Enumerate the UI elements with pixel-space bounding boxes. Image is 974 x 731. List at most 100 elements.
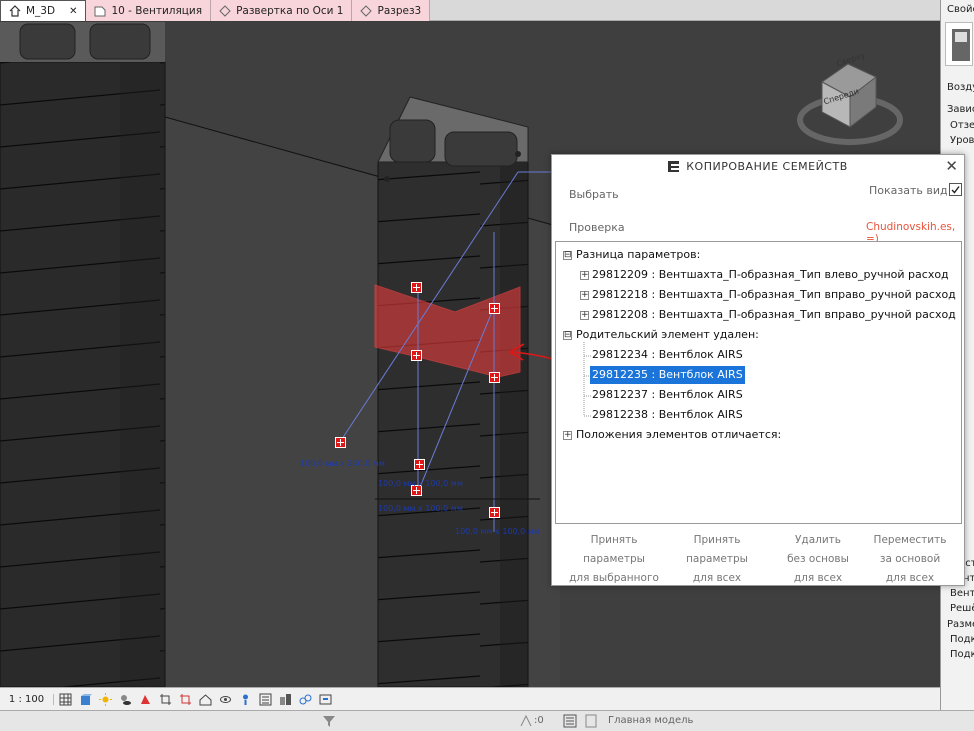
button-label: Принять [590, 534, 638, 546]
tree-item[interactable]: 29812209 : Вентшахта_П-образная_Тип влев… [592, 266, 949, 284]
collapse-icon[interactable]: ⊟ [563, 331, 572, 340]
sun-path-icon[interactable] [99, 692, 112, 706]
grip-handle[interactable] [489, 372, 500, 383]
dimension-label: 100,0 мм x 240,0 мм [300, 459, 385, 468]
render-icon[interactable] [139, 693, 152, 706]
check-icon [951, 186, 960, 194]
tab-m3d[interactable]: M_3D ✕ [0, 0, 87, 21]
tree-group-param-diff[interactable]: Разница параметров: [576, 246, 700, 264]
grip-handle[interactable] [489, 303, 500, 314]
differences-tree[interactable]: ⊟ Разница параметров: + 29812209 : Вентш… [555, 241, 962, 524]
plugin-logo-icon [668, 160, 680, 172]
accept-params-all-button[interactable]: Принять параметры для всех [665, 531, 769, 588]
shaft-thumbnail-icon [952, 29, 970, 61]
view-control-bar: 1 : 100 [0, 687, 940, 710]
analytical-model-icon[interactable] [299, 693, 312, 706]
button-label: за основой [879, 553, 941, 565]
grip-handle[interactable] [411, 350, 422, 361]
tab-label: Разрез3 [377, 4, 422, 17]
expand-icon[interactable]: + [580, 271, 589, 280]
copy-families-dialog: КОПИРОВАНИЕ СЕМЕЙСТВ ✕ Выбрать Показать … [551, 154, 965, 586]
temporary-hide-icon[interactable] [219, 693, 232, 706]
button-label: для всех [692, 572, 742, 584]
elevation-icon [219, 4, 231, 17]
show-view-label: Показать вид [869, 184, 948, 197]
tree-item[interactable]: 29812234 : Вентблок AIRS [592, 346, 743, 364]
check-link[interactable]: Проверка [569, 221, 625, 234]
grip-handle[interactable] [411, 282, 422, 293]
grip-handle[interactable] [489, 507, 500, 518]
scale-selector[interactable]: 1 : 100 [0, 693, 54, 705]
type-preview-thumbnail [945, 22, 973, 66]
tab-section[interactable]: Разрез3 [352, 0, 431, 21]
dimension-label: 100,0 мм x 100,0 мм [378, 479, 463, 488]
expand-icon[interactable]: + [580, 311, 589, 320]
tab-elevation[interactable]: Развертка по Оси 1 [211, 0, 353, 21]
move-with-host-all-button[interactable]: Переместить за основой для всех [858, 531, 962, 588]
property-row[interactable]: Отзер [950, 120, 974, 131]
expand-icon[interactable]: + [563, 431, 572, 440]
button-label: Переместить [873, 534, 947, 546]
tree-item[interactable]: 29812208 : Вентшахта_П-образная_Тип впра… [592, 306, 956, 324]
tree-group-parent-deleted[interactable]: Родительский элемент удален: [576, 326, 759, 344]
reveal-hidden-icon[interactable] [239, 693, 252, 706]
property-row[interactable]: Возду [947, 82, 974, 93]
property-row[interactable]: Подкл [950, 649, 974, 660]
collapse-icon[interactable]: ⊟ [563, 251, 572, 260]
tab-label: M_3D [26, 5, 56, 17]
tree-item[interactable]: 29812218 : Вентшахта_П-образная_Тип впра… [592, 286, 956, 304]
button-label: Удалить [795, 534, 841, 546]
delete-unhosted-all-button[interactable]: Удалить без основы для всех [766, 531, 870, 588]
home-icon [9, 5, 21, 17]
grip-handle[interactable] [335, 437, 346, 448]
active-model-label[interactable]: Главная модель [608, 715, 693, 726]
button-label: параметры [686, 553, 748, 565]
tab-label: Развертка по Оси 1 [236, 4, 344, 17]
button-label: Принять [693, 534, 741, 546]
select-link[interactable]: Выбрать [569, 188, 619, 201]
selection-count-icon [520, 714, 532, 727]
property-row[interactable]: Подкл [950, 634, 974, 645]
properties-title: Свойст [947, 4, 974, 15]
worksharing-display-icon[interactable] [279, 693, 292, 706]
button-label: для выбранного [569, 572, 659, 584]
shadows-icon[interactable] [119, 693, 132, 706]
filter-icon[interactable] [322, 714, 336, 728]
visual-style-icon[interactable] [79, 693, 92, 706]
tab-label: 10 - Вентиляция [111, 4, 203, 17]
plan-view-icon [94, 6, 106, 16]
property-row[interactable]: Венти [950, 588, 974, 599]
tree-item-selected[interactable]: 29812235 : Вентблок AIRS [590, 366, 745, 384]
button-label: параметры [583, 553, 645, 565]
show-view-checkbox[interactable] [949, 183, 962, 196]
crop-region-icon[interactable] [179, 693, 192, 706]
editable-only-icon[interactable] [563, 714, 577, 728]
design-option-icon[interactable] [585, 714, 597, 728]
tab-ventilation[interactable]: 10 - Вентиляция [86, 0, 212, 21]
dialog-title: КОПИРОВАНИЕ СЕМЕЙСТВ [686, 159, 848, 173]
expand-icon[interactable]: + [580, 291, 589, 300]
tree-item[interactable]: 29812237 : Вентблок AIRS [592, 386, 743, 404]
tree-item[interactable]: 29812238 : Вентблок AIRS [592, 406, 743, 424]
button-label: для всех [885, 572, 935, 584]
highlight-displacement-icon[interactable] [319, 693, 332, 706]
status-bar: :0 Главная модель [0, 710, 974, 731]
temporary-properties-icon[interactable] [259, 693, 272, 706]
dimension-label: 100,0 мм x 100,0 мм [378, 504, 463, 513]
grip-handle[interactable] [414, 459, 425, 470]
property-group[interactable]: Зависи [947, 104, 974, 115]
dialog-titlebar[interactable]: КОПИРОВАНИЕ СЕМЕЙСТВ [552, 155, 964, 177]
selection-count: :0 [534, 715, 544, 726]
property-row[interactable]: Урове [950, 135, 974, 146]
button-label: без основы [787, 553, 849, 565]
property-row[interactable]: Решё [950, 603, 974, 614]
tree-group-position-diff[interactable]: Положения элементов отличается: [576, 426, 781, 444]
accept-params-selected-button[interactable]: Принять параметры для выбранного [562, 531, 666, 588]
property-group[interactable]: Размер [947, 619, 974, 630]
detail-level-icon[interactable] [59, 693, 72, 706]
close-icon[interactable]: ✕ [69, 6, 77, 17]
close-icon[interactable]: ✕ [945, 157, 958, 175]
section-icon [360, 4, 373, 17]
lock-3d-view-icon[interactable] [199, 693, 212, 706]
crop-view-icon[interactable] [159, 693, 172, 706]
